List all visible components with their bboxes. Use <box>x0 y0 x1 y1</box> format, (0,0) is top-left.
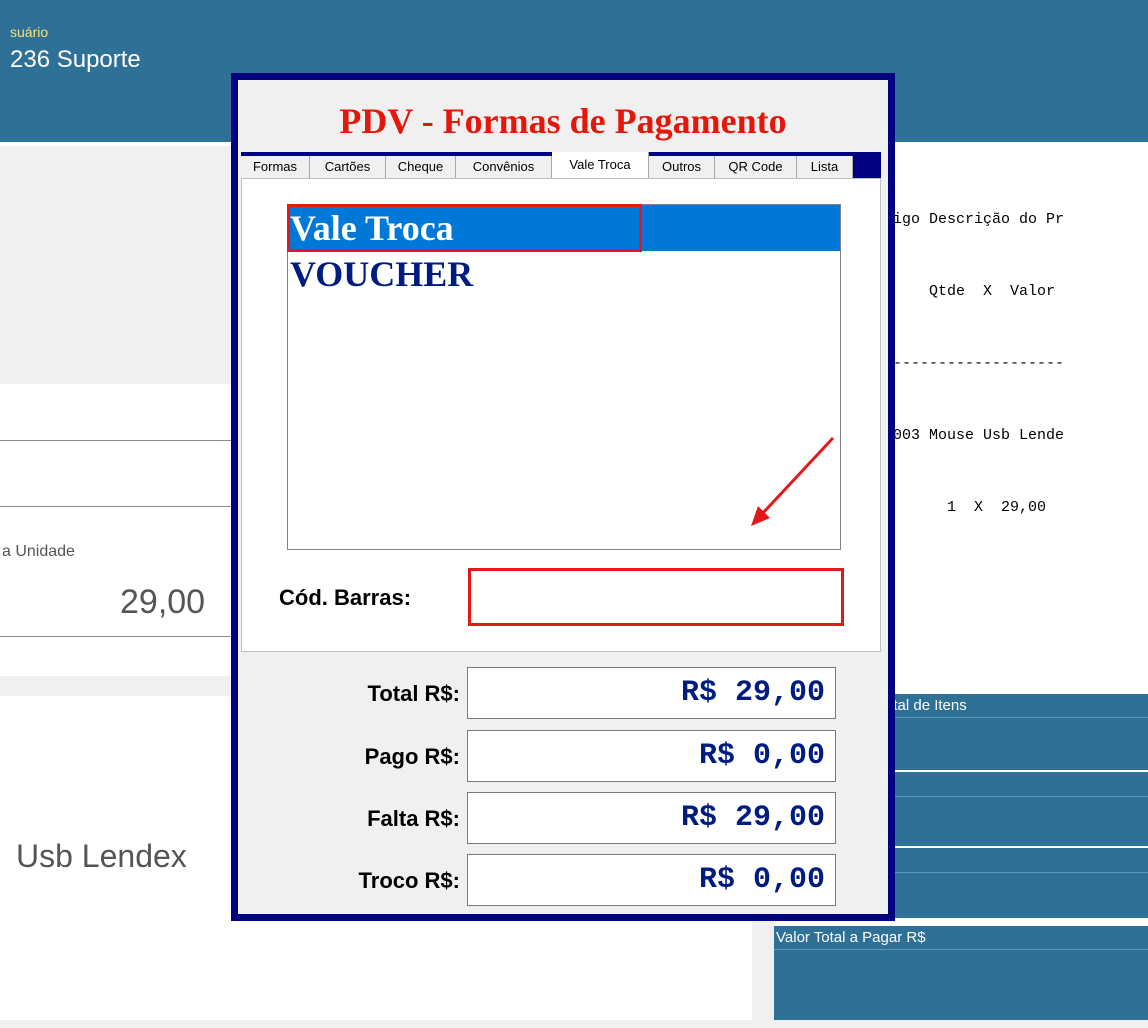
left-gray-panel <box>0 146 235 384</box>
dialog-title: PDV - Formas de Pagamento <box>339 101 787 141</box>
tab-convenios[interactable]: Convênios <box>456 156 552 178</box>
panel-rule <box>774 949 1148 950</box>
falta-label: Falta R$: <box>367 806 460 831</box>
valor-total-panel: Valor Total a Pagar R$ <box>774 926 1148 1020</box>
list-item-label: VOUCHER <box>290 254 474 294</box>
field-underline <box>0 506 235 507</box>
panel-rule <box>883 872 1148 873</box>
user-label: suário <box>10 24 49 40</box>
receipt-line: 003 Mouse Usb Lende <box>893 427 1065 444</box>
user-name: 236 Suporte <box>10 46 141 73</box>
receipt-text: igo Descrição do Pr Qtde X Valor -------… <box>893 160 1148 544</box>
pago-row: Pago R$: R$ 0,00 <box>238 730 888 782</box>
valor-total-title: Valor Total a Pagar R$ <box>776 929 926 946</box>
tab-formas[interactable]: Formas <box>241 156 310 178</box>
pago-value: R$ 0,00 <box>467 730 836 782</box>
info-panel <box>883 772 1148 846</box>
receipt-line: Qtde X Valor <box>893 283 1056 300</box>
tab-vale-troca[interactable]: Vale Troca <box>552 152 649 178</box>
annotation-highlight-box <box>287 204 642 252</box>
panel-rule <box>883 717 1148 718</box>
divider-strip <box>752 920 774 1020</box>
pago-label: Pago R$: <box>364 744 460 769</box>
receipt-line: igo Descrição do Pr <box>893 211 1065 228</box>
troco-value: R$ 0,00 <box>467 854 836 906</box>
vale-troca-tab-page: Vale Troca VOUCHER Cód. Barras: <box>241 178 881 652</box>
tab-outros[interactable]: Outros <box>649 156 715 178</box>
total-row: Total R$: R$ 29,00 <box>238 667 888 719</box>
total-itens-panel: otal de Itens <box>883 694 1148 770</box>
receipt-line: 1 X 29,00 <box>893 499 1047 516</box>
list-item-vale-troca[interactable]: Vale Troca <box>287 204 840 252</box>
payment-method-listbox[interactable]: Vale Troca VOUCHER <box>287 204 841 550</box>
total-itens-title: otal de Itens <box>885 697 967 714</box>
barcode-input[interactable] <box>468 568 844 626</box>
payment-dialog: PDV - Formas de Pagamento Formas Cartões… <box>231 73 895 921</box>
bottom-strip <box>0 1020 1148 1028</box>
field-underline <box>0 440 235 441</box>
unit-price-value: 29,00 <box>120 583 206 621</box>
falta-row: Falta R$: R$ 29,00 <box>238 792 888 844</box>
dialog-body: PDV - Formas de Pagamento Formas Cartões… <box>238 80 888 914</box>
tab-cheque[interactable]: Cheque <box>386 156 456 178</box>
tab-qr-code[interactable]: QR Code <box>715 156 797 178</box>
barcode-label: Cód. Barras: <box>279 585 412 610</box>
list-item-voucher[interactable]: VOUCHER <box>288 251 840 297</box>
info-panel <box>883 848 1148 918</box>
falta-value: R$ 29,00 <box>467 792 836 844</box>
tab-lista[interactable]: Lista <box>797 156 853 178</box>
tab-cartoes[interactable]: Cartões <box>310 156 386 178</box>
troco-row: Troco R$: R$ 0,00 <box>238 854 888 906</box>
total-value: R$ 29,00 <box>467 667 836 719</box>
tab-bar: Formas Cartões Cheque Convênios Vale Tro… <box>241 152 881 178</box>
total-label: Total R$: <box>367 681 460 706</box>
troco-label: Troco R$: <box>358 868 460 893</box>
field-underline <box>0 636 235 637</box>
receipt-line: ------------------- <box>893 355 1065 372</box>
panel-rule <box>883 796 1148 797</box>
product-name: Usb Lendex <box>16 838 187 874</box>
unit-price-label: a Unidade <box>2 543 75 560</box>
divider-strip <box>0 676 235 696</box>
